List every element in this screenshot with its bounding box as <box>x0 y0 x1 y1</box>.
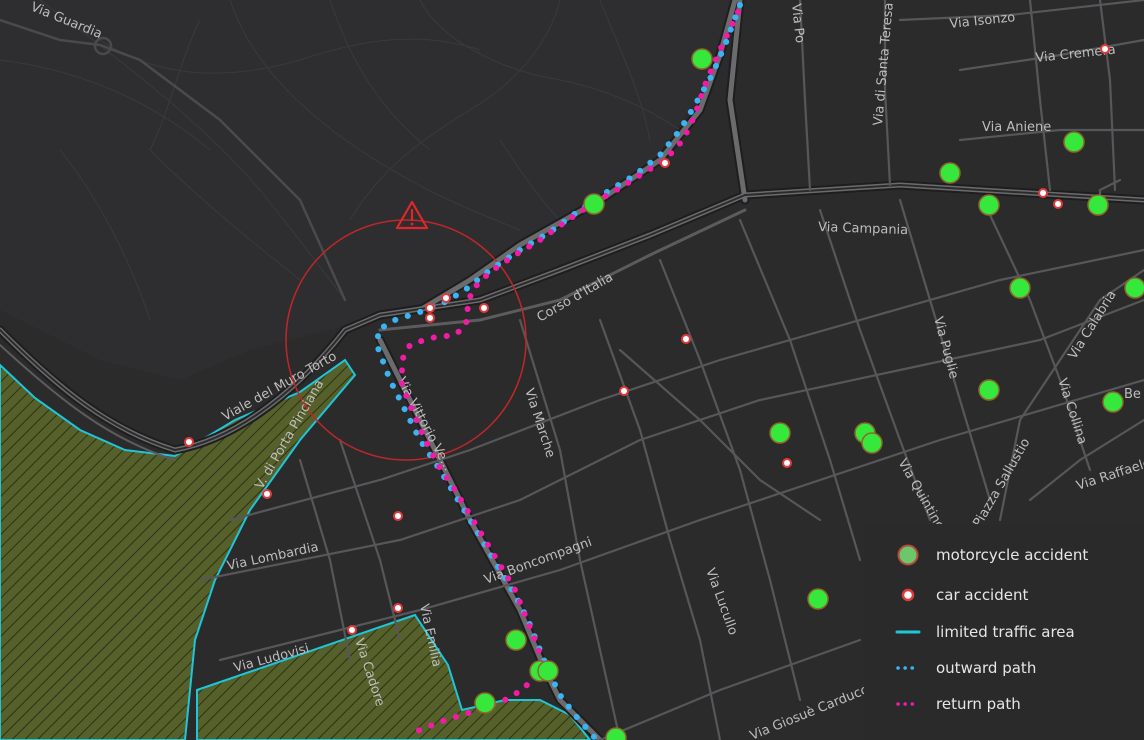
car-accident-marker[interactable] <box>619 386 629 396</box>
car-accident-marker[interactable] <box>1100 44 1110 54</box>
outward-path-icon <box>894 650 922 686</box>
return-path-icon <box>894 686 922 722</box>
street-label-via-aniene: Via Aniene <box>982 120 1051 135</box>
motorcycle-accident-marker[interactable] <box>807 588 829 610</box>
car-accident-marker[interactable] <box>782 458 792 468</box>
car-accident-marker[interactable] <box>1038 188 1048 198</box>
motorcycle-accident-marker[interactable] <box>474 692 496 714</box>
legend-item-limited-traffic: limited traffic area <box>864 614 1144 650</box>
motorcycle-accident-icon <box>894 537 922 573</box>
car-accident-marker[interactable] <box>347 625 357 635</box>
car-accident-marker[interactable] <box>393 603 403 613</box>
car-accident-marker[interactable] <box>393 511 403 521</box>
street-label-via-be: Be <box>1124 387 1141 402</box>
car-accident-marker[interactable] <box>479 303 489 313</box>
motorcycle-accident-marker[interactable] <box>1087 194 1109 216</box>
motorcycle-accident-marker[interactable] <box>769 422 791 444</box>
legend-item-return-path: return path <box>864 686 1144 722</box>
car-accident-marker[interactable] <box>660 158 670 168</box>
motorcycle-accident-marker[interactable] <box>505 629 527 651</box>
car-accident-marker[interactable] <box>1053 199 1063 209</box>
car-accident-marker[interactable] <box>262 489 272 499</box>
legend-label-motorcycle: motorcycle accident <box>936 546 1089 564</box>
motorcycle-accident-marker[interactable] <box>537 660 559 682</box>
legend-label-return: return path <box>936 695 1021 713</box>
motorcycle-accident-marker[interactable] <box>978 379 1000 401</box>
legend-item-outward-path: outward path <box>864 650 1144 686</box>
car-accident-marker[interactable] <box>425 303 435 313</box>
legend-item-motorcycle-accident: motorcycle accident <box>864 537 1144 573</box>
motorcycle-accident-marker[interactable] <box>691 48 713 70</box>
motorcycle-accident-marker[interactable] <box>939 162 961 184</box>
car-accident-marker[interactable] <box>441 293 451 303</box>
car-accident-marker[interactable] <box>184 437 194 447</box>
car-accident-marker[interactable] <box>425 313 435 323</box>
motorcycle-accident-marker[interactable] <box>978 194 1000 216</box>
motorcycle-accident-marker[interactable] <box>861 432 883 454</box>
street-label-via-campania: Via Campania <box>818 220 909 238</box>
legend-label-car: car accident <box>936 586 1029 604</box>
car-accident-marker[interactable] <box>681 334 691 344</box>
motorcycle-accident-marker[interactable] <box>1063 131 1085 153</box>
legend-label-limited-traffic: limited traffic area <box>936 623 1075 641</box>
legend-label-outward: outward path <box>936 659 1037 677</box>
limited-traffic-line-icon <box>894 614 922 650</box>
motorcycle-accident-marker[interactable] <box>1009 277 1031 299</box>
map-legend: motorcycle accident car accident limited… <box>864 524 1144 740</box>
legend-item-car-accident: car accident <box>864 577 1144 613</box>
motorcycle-accident-marker[interactable] <box>1124 277 1144 299</box>
motorcycle-accident-marker[interactable] <box>1102 391 1124 413</box>
car-accident-icon <box>894 577 922 613</box>
motorcycle-accident-marker[interactable] <box>583 193 605 215</box>
